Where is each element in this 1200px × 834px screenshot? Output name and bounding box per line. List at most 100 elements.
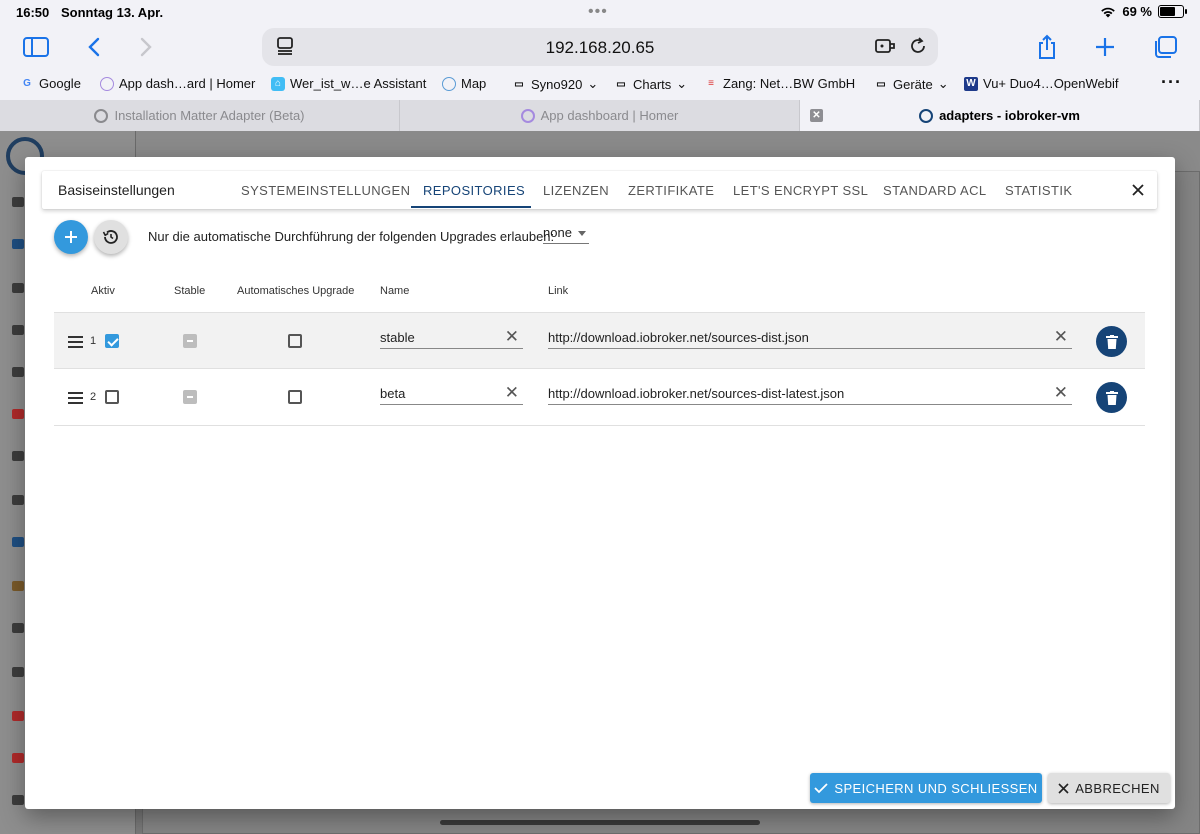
row-index: 1 — [90, 335, 97, 347]
dropdown-arrow-icon — [578, 231, 586, 236]
name-input[interactable]: beta ✕ — [380, 381, 523, 405]
bookmark-map[interactable]: Map — [442, 76, 486, 91]
chevron-down-icon: ⌄ — [587, 76, 599, 91]
dialog-tab-bar: Basiseinstellungen SYSTEMEINSTELLUNGEN R… — [42, 171, 1157, 209]
home-assistant-icon: ⌂ — [271, 76, 285, 91]
tab-lets-encrypt[interactable]: LET'S ENCRYPT SSL — [733, 183, 868, 198]
bookmark-folder-syno920[interactable]: ▭ Syno920 ⌄ — [512, 76, 598, 92]
check-icon — [814, 783, 829, 794]
bookmark-homer[interactable]: App dash…ard | Homer — [100, 76, 255, 91]
sidebar-toggle-icon[interactable] — [20, 32, 52, 62]
tab-standard-acl[interactable]: STANDARD ACL — [883, 183, 987, 198]
delete-button[interactable] — [1096, 326, 1127, 357]
address-bar[interactable]: 192.168.20.65 — [262, 28, 938, 66]
iobroker-icon — [919, 108, 934, 123]
auto-upgrade-checkbox[interactable] — [288, 390, 302, 404]
tab-repositories[interactable]: REPOSITORIES — [423, 183, 525, 198]
clear-icon[interactable]: ✕ — [505, 383, 519, 403]
active-checkbox[interactable] — [105, 390, 119, 404]
chevron-down-icon: ⌄ — [937, 76, 949, 91]
drag-handle-icon[interactable] — [68, 336, 83, 351]
bookmark-google[interactable]: G Google — [20, 76, 81, 91]
column-header-name: Name — [380, 285, 410, 297]
bookmark-folder-charts[interactable]: ▭ Charts ⌄ — [614, 76, 687, 92]
table-row: 1 stable ✕ http://download.iobroker.net/… — [54, 312, 1145, 369]
stable-checkbox — [183, 390, 197, 404]
column-header-auto-upgrade: Automatisches Upgrade — [237, 285, 355, 297]
name-input[interactable]: stable ✕ — [380, 325, 523, 349]
bookmark-zang[interactable]: ≡ Zang: Net…BW GmbH — [704, 76, 855, 91]
link-input[interactable]: http://download.iobroker.net/sources-dis… — [548, 381, 1072, 405]
battery-icon — [1158, 5, 1187, 18]
save-and-close-button[interactable]: SPEICHERN UND SCHLIESSEN — [810, 773, 1042, 803]
name-value: beta — [380, 386, 406, 401]
tab-matter[interactable]: Installation Matter Adapter (Beta) — [0, 100, 400, 131]
share-icon[interactable] — [1031, 32, 1063, 62]
tab-homer[interactable]: App dashboard | Homer — [400, 100, 800, 131]
bookmark-folder-geraete[interactable]: ▭ Geräte ⌄ — [874, 76, 949, 92]
multitask-dots[interactable]: ••• — [588, 3, 608, 21]
forward-icon[interactable] — [130, 32, 162, 62]
column-header-aktiv: Aktiv — [91, 285, 115, 297]
close-icon — [1058, 782, 1069, 794]
close-tab-icon[interactable]: ✕ — [810, 109, 823, 122]
link-input[interactable]: http://download.iobroker.net/sources-dis… — [548, 325, 1072, 349]
url-text: 192.168.20.65 — [545, 38, 655, 57]
auto-upgrade-checkbox[interactable] — [288, 334, 302, 348]
column-header-stable: Stable — [174, 285, 206, 297]
chevron-down-icon: ⌄ — [676, 76, 688, 91]
folder-icon: ▭ — [876, 78, 886, 90]
cancel-label: ABBRECHEN — [1075, 780, 1160, 796]
delete-button[interactable] — [1096, 382, 1127, 413]
upgrade-restriction-select[interactable]: none — [543, 224, 589, 244]
openwebif-icon: W — [964, 76, 978, 91]
clear-icon[interactable]: ✕ — [505, 327, 519, 347]
plus-icon — [65, 231, 77, 243]
tab-statistik[interactable]: STATISTIK — [1005, 183, 1072, 198]
link-value: http://download.iobroker.net/sources-dis… — [548, 330, 809, 345]
row-index: 2 — [90, 391, 97, 403]
active-checkbox[interactable] — [105, 334, 119, 348]
trash-icon — [1105, 334, 1118, 349]
browser-toolbar: 192.168.20.65 — [0, 24, 1200, 70]
save-label: SPEICHERN UND SCHLIESSEN — [834, 780, 1038, 796]
homer-icon — [520, 108, 535, 123]
close-icon[interactable] — [1131, 183, 1145, 197]
tab-adapters[interactable]: ✕ adapters - iobroker-vm — [800, 100, 1200, 131]
drag-handle-icon[interactable] — [68, 392, 83, 407]
status-time: 16:50 — [16, 5, 50, 20]
history-icon — [102, 230, 118, 244]
bookmark-openwebif[interactable]: W Vu+ Duo4…OpenWebif — [964, 76, 1119, 91]
tab-overview-icon[interactable] — [1149, 32, 1181, 62]
wifi-icon — [1101, 7, 1116, 17]
bookmark-home-assistant[interactable]: ⌂ Wer_ist_w…e Assistant — [271, 76, 426, 91]
clear-icon[interactable]: ✕ — [1054, 383, 1068, 403]
extension-icon[interactable] — [874, 36, 896, 56]
tab-systemeinstellungen[interactable]: SYSTEMEINSTELLUNGEN — [241, 183, 410, 198]
clear-icon[interactable]: ✕ — [1054, 327, 1068, 347]
new-tab-icon[interactable] — [1089, 32, 1121, 62]
table-row: 2 beta ✕ http://download.iobroker.net/so… — [54, 369, 1145, 426]
iobroker-icon — [94, 108, 109, 123]
back-icon[interactable] — [78, 32, 110, 62]
bookmarks-bar: G Google App dash…ard | Homer ⌂ Wer_ist_w…… — [0, 72, 1200, 96]
dialog-title: Basiseinstellungen — [58, 182, 175, 198]
status-bar: 16:50 Sonntag 13. Apr. ••• 69 % — [0, 0, 1200, 24]
status-date: Sonntag 13. Apr. — [61, 5, 164, 20]
add-repository-button[interactable] — [54, 220, 88, 254]
active-tab-indicator — [411, 206, 531, 208]
cancel-button[interactable]: ABBRECHEN — [1048, 773, 1170, 803]
google-icon: G — [23, 78, 31, 89]
browser-tabs: Installation Matter Adapter (Beta) App d… — [0, 100, 1200, 131]
restore-defaults-button[interactable] — [94, 220, 128, 254]
home-indicator — [440, 820, 760, 825]
more-bookmarks-icon[interactable]: ··· — [1161, 72, 1182, 93]
tab-lizenzen[interactable]: LIZENZEN — [543, 183, 609, 198]
zang-icon: ≡ — [708, 78, 714, 89]
trash-icon — [1105, 390, 1118, 405]
tab-zertifikate[interactable]: ZERTIFIKATE — [628, 183, 714, 198]
homer-icon — [100, 76, 114, 91]
reload-icon[interactable] — [908, 36, 928, 56]
name-value: stable — [380, 330, 415, 345]
column-header-link: Link — [548, 285, 569, 297]
